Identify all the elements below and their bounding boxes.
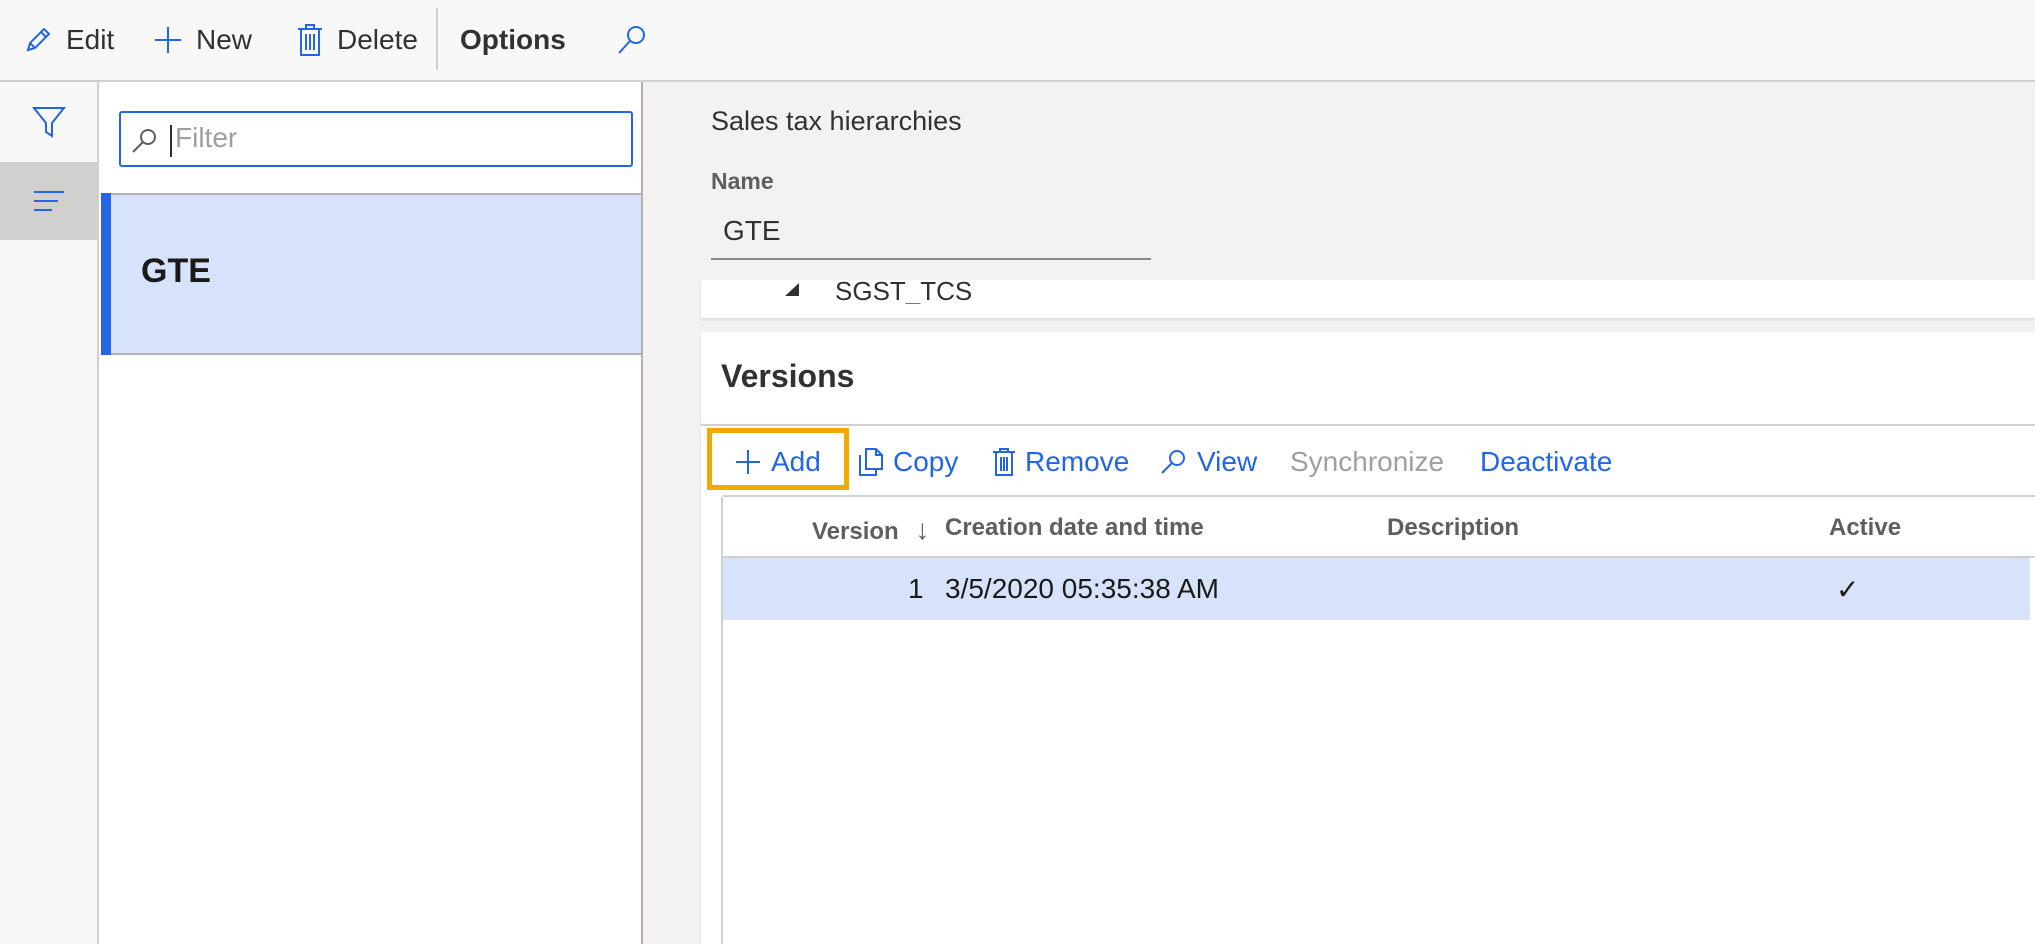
column-header-label: Version: [812, 518, 899, 545]
expand-triangle-icon[interactable]: [783, 282, 801, 298]
text-cursor: [170, 125, 172, 157]
pencil-icon: [26, 27, 51, 52]
copy-label: Copy: [893, 446, 959, 477]
options-tab[interactable]: Options: [460, 18, 566, 62]
name-field-value[interactable]: GTE: [723, 215, 781, 247]
add-version-button[interactable]: Add: [733, 440, 821, 484]
list-item-label: GTE: [141, 252, 211, 290]
remove-label: Remove: [1025, 446, 1130, 477]
new-label: New: [196, 24, 253, 55]
plus-icon: [155, 27, 181, 53]
deactivate-label: Deactivate: [1480, 446, 1613, 477]
check-icon: ✓: [1836, 574, 1860, 605]
copy-icon: [859, 448, 883, 476]
edit-button[interactable]: Edit: [22, 18, 114, 62]
trash-icon: [298, 24, 322, 56]
trash-icon: [993, 448, 1015, 476]
delete-button[interactable]: Delete: [295, 18, 418, 62]
search-icon: [132, 129, 156, 153]
list-lines-icon: [33, 191, 64, 211]
search-icon: [618, 26, 645, 54]
remove-version-button[interactable]: Remove: [991, 440, 1129, 484]
divider: [701, 424, 2035, 426]
cell-version: 1: [908, 573, 924, 604]
add-label: Add: [771, 446, 821, 477]
filter-input[interactable]: [175, 115, 615, 161]
page-title: Sales tax hierarchies: [711, 106, 962, 136]
list-pane-toggle[interactable]: [0, 162, 97, 240]
column-header-description[interactable]: Description: [1387, 514, 1519, 542]
new-button[interactable]: New: [152, 18, 252, 62]
name-field-underline: [711, 258, 1151, 260]
selection-indicator: [101, 193, 111, 355]
column-header-active[interactable]: Active: [1829, 514, 1901, 542]
synchronize-label: Synchronize: [1290, 446, 1445, 477]
deactivate-button[interactable]: Deactivate: [1480, 440, 1612, 484]
column-header-version[interactable]: Version ↓: [812, 514, 929, 546]
funnel-icon: [31, 107, 66, 138]
name-field-label: Name: [711, 168, 774, 194]
cell-creation: 3/5/2020 05:35:38 AM: [945, 573, 1219, 604]
filter-pane-toggle[interactable]: [0, 82, 97, 162]
edit-label: Edit: [66, 24, 115, 55]
divider: [723, 495, 2035, 497]
column-header-creation[interactable]: Creation date and time: [945, 514, 1204, 542]
delete-label: Delete: [337, 24, 418, 55]
copy-version-button[interactable]: Copy: [857, 440, 958, 484]
toolbar-divider: [436, 8, 438, 70]
tree-node[interactable]: SGST_TCS: [835, 280, 1135, 304]
options-label: Options: [460, 24, 566, 55]
view-label: View: [1197, 446, 1258, 477]
versions-title: Versions: [721, 358, 855, 394]
plus-icon: [736, 450, 760, 474]
tree-node-label: SGST_TCS: [835, 280, 973, 304]
search-button[interactable]: [615, 18, 661, 62]
synchronize-button[interactable]: Synchronize: [1290, 440, 1444, 484]
view-version-button[interactable]: View: [1159, 440, 1257, 484]
pane-splitter[interactable]: [641, 82, 643, 944]
sort-arrow-icon: ↓: [915, 514, 930, 545]
search-icon: [1161, 450, 1185, 474]
